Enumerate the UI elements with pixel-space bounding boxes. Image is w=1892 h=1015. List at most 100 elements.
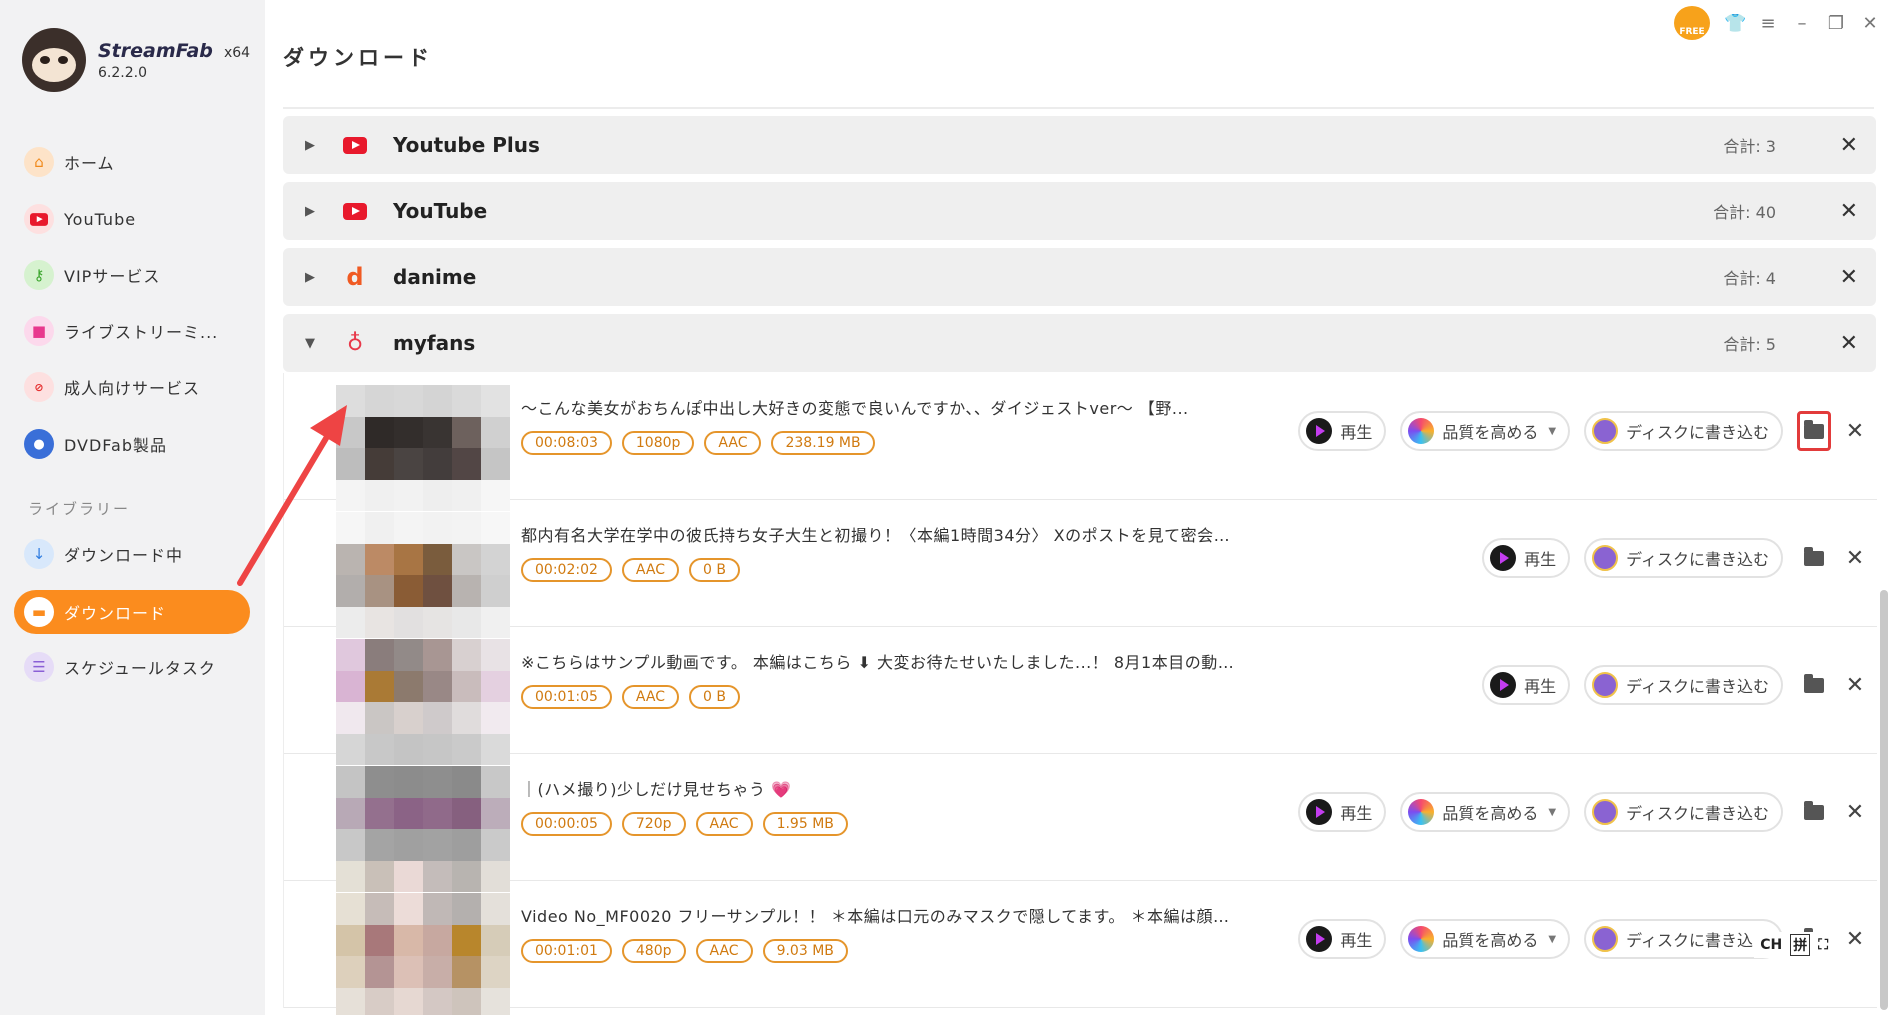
list-item: 〜こんな美女がおちんぽ中出し大好きの変態で良いんですか、、ダイジェストver〜 …: [284, 373, 1877, 511]
minimize-icon[interactable]: –: [1792, 13, 1812, 34]
live-camera-icon: ■: [24, 316, 54, 346]
vertical-scrollbar[interactable]: [1880, 590, 1888, 1010]
remove-item-icon[interactable]: ✕: [1843, 419, 1867, 444]
video-tags: 00:00:05 720p AAC 1.95 MB: [521, 812, 848, 836]
open-folder-button[interactable]: [1797, 411, 1831, 451]
play-button[interactable]: 再生: [1482, 665, 1571, 705]
window-controls: FREE 👕 ≡ – ❐ ✕: [1674, 6, 1880, 40]
brand: StreamFab x64 6.2.2.0: [22, 28, 250, 92]
myfans-icon: ♁: [346, 330, 364, 356]
audio-tag: AAC: [704, 431, 762, 455]
sloth-logo-icon: [22, 28, 86, 92]
folder-icon: [1804, 673, 1824, 693]
duration-tag: 00:08:03: [521, 431, 612, 455]
youtube-icon: [343, 133, 367, 157]
group-myfans[interactable]: ▼ ♁ myfans 合計: 5 ✕: [283, 314, 1876, 372]
folder-icon: [1804, 419, 1824, 439]
sidebar-item-home[interactable]: ⌂ ホーム: [14, 140, 250, 184]
group-youtube-plus[interactable]: ▶ Youtube Plus 合計: 3 ✕: [283, 116, 1876, 174]
sidebar-item-live[interactable]: ■ ライブストリーミ...: [14, 309, 250, 353]
open-folder-button[interactable]: [1797, 792, 1831, 832]
group-danime[interactable]: ▶ d danime 合計: 4 ✕: [283, 248, 1876, 306]
sidebar-item-schedule[interactable]: ☰ スケジュールタスク: [14, 645, 250, 689]
disc-icon: [1592, 799, 1619, 825]
sidebar-item-downloaded[interactable]: ▬ ダウンロード: [14, 590, 250, 634]
enhance-icon: [1408, 799, 1435, 825]
shirt-icon[interactable]: 👕: [1724, 13, 1746, 34]
disc-icon: [1592, 418, 1619, 444]
remove-item-icon[interactable]: ✕: [1843, 673, 1867, 698]
remove-item-icon[interactable]: ✕: [1843, 800, 1867, 825]
burn-disc-button[interactable]: ディスクに書き込む: [1584, 792, 1783, 832]
collapse-arrow-icon[interactable]: ▼: [305, 336, 315, 351]
duration-tag: 00:02:02: [521, 558, 612, 582]
size-tag: 0 B: [688, 685, 740, 709]
video-thumbnail[interactable]: [336, 512, 510, 638]
chevron-down-icon: ▼: [1548, 933, 1557, 945]
expand-arrow-icon[interactable]: ▶: [305, 270, 315, 285]
video-title: ｜(ハメ撮り)少しだけ見せちゃう 💗: [521, 780, 792, 799]
video-title: 〜こんな美女がおちんぽ中出し大好きの変態で良いんですか、、ダイジェストver〜 …: [521, 399, 1189, 418]
item-actions: 再生 ディスクに書き込む ✕: [1482, 665, 1867, 705]
play-button[interactable]: 再生: [1298, 411, 1387, 451]
remove-item-icon[interactable]: ✕: [1843, 927, 1867, 952]
video-thumbnail[interactable]: [336, 385, 510, 511]
play-button[interactable]: 再生: [1482, 538, 1571, 578]
close-icon[interactable]: ✕: [1840, 133, 1858, 158]
resolution-tag: 1080p: [621, 431, 695, 455]
sidebar-item-youtube[interactable]: YouTube: [14, 197, 250, 241]
sidebar-item-downloading[interactable]: ↓ ダウンロード中: [14, 532, 250, 576]
audio-tag: AAC: [695, 939, 753, 963]
open-folder-button[interactable]: [1797, 538, 1831, 578]
disc-icon: [1592, 545, 1619, 571]
play-button[interactable]: 再生: [1298, 792, 1387, 832]
free-badge[interactable]: FREE: [1674, 6, 1710, 40]
menu-icon[interactable]: ≡: [1758, 13, 1778, 34]
play-icon: [1490, 545, 1517, 571]
close-window-icon[interactable]: ✕: [1860, 13, 1880, 34]
size-tag: 238.19 MB: [771, 431, 875, 455]
item-actions: 再生 品質を高める ▼ ディスクに書き込む ✕: [1298, 792, 1867, 832]
video-tags: 00:01:01 480p AAC 9.03 MB: [521, 939, 848, 963]
video-thumbnail[interactable]: [336, 639, 510, 765]
video-thumbnail[interactable]: [336, 766, 510, 892]
video-title: Video No_MF0020 フリーサンプル！！ ＊本編は口元のみマスクで隠し…: [521, 907, 1241, 926]
expand-arrow-icon[interactable]: ▶: [305, 138, 315, 153]
video-thumbnail[interactable]: [336, 893, 510, 1015]
close-icon[interactable]: ✕: [1840, 265, 1858, 290]
enhance-quality-button[interactable]: 品質を高める ▼: [1400, 919, 1571, 959]
chevron-down-icon: ▼: [1548, 425, 1557, 437]
key-icon: ⚷: [24, 260, 54, 290]
burn-disc-button[interactable]: ディスクに書き込む: [1584, 538, 1783, 578]
enhance-quality-button[interactable]: 品質を高める ▼: [1400, 792, 1571, 832]
audio-tag: AAC: [621, 685, 679, 709]
sidebar-item-vip[interactable]: ⚷ VIPサービス: [14, 253, 250, 297]
sidebar-item-dvdfab[interactable]: ● DVDFab製品: [14, 422, 250, 466]
library-label: ライブラリー: [28, 500, 131, 518]
sidebar-item-adult[interactable]: ⊘ 成人向けサービス: [14, 365, 250, 409]
item-actions: 再生 品質を高める ▼ ディスクに書き込む ✕: [1298, 411, 1867, 451]
open-folder-button[interactable]: [1797, 665, 1831, 705]
fullscreen-icon[interactable]: ⛶: [1818, 937, 1828, 953]
close-icon[interactable]: ✕: [1840, 199, 1858, 224]
burn-disc-button[interactable]: ディスクに書き込む: [1584, 919, 1783, 959]
main-panel: FREE 👕 ≡ – ❐ ✕ ダウンロード ▶ Youtube Plus 合計:…: [265, 0, 1892, 1015]
list-item: ｜(ハメ撮り)少しだけ見せちゃう 💗 00:00:05 720p AAC 1.9…: [284, 754, 1877, 892]
burn-disc-button[interactable]: ディスクに書き込む: [1584, 665, 1783, 705]
burn-disc-button[interactable]: ディスクに書き込む: [1584, 411, 1783, 451]
enhance-quality-button[interactable]: 品質を高める ▼: [1400, 411, 1571, 451]
play-icon: [1306, 926, 1333, 952]
play-button[interactable]: 再生: [1298, 919, 1387, 959]
remove-item-icon[interactable]: ✕: [1843, 546, 1867, 571]
close-icon[interactable]: ✕: [1840, 331, 1858, 356]
expand-arrow-icon[interactable]: ▶: [305, 204, 315, 219]
download-arrow-icon: ↓: [24, 539, 54, 569]
dvdfab-icon: ●: [24, 429, 54, 459]
ime-layout[interactable]: 拼: [1790, 934, 1811, 956]
schedule-icon: ☰: [24, 652, 54, 682]
duration-tag: 00:00:05: [521, 812, 612, 836]
ime-mode[interactable]: CH: [1760, 937, 1782, 953]
group-youtube[interactable]: ▶ YouTube 合計: 40 ✕: [283, 182, 1876, 240]
folder-icon: ▬: [24, 597, 54, 627]
maximize-icon[interactable]: ❐: [1826, 13, 1846, 34]
